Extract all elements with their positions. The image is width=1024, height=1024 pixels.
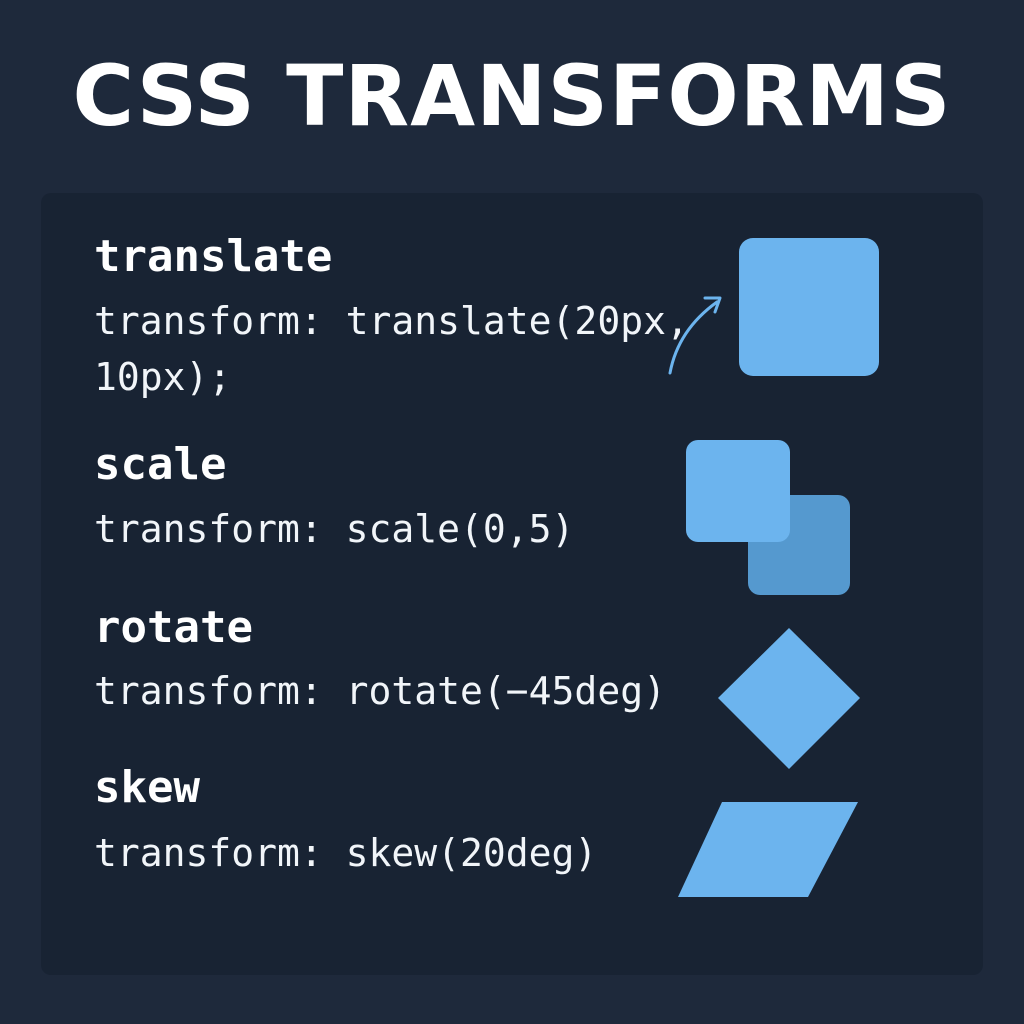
curved-arrow-icon — [668, 300, 719, 375]
rotate-heading: rotate — [94, 602, 253, 653]
scale-heading: scale — [94, 439, 227, 490]
translate-code-line-1: transform: translate(20px, — [94, 299, 689, 343]
translated-square — [739, 238, 879, 376]
skew-code-line-1: transform: skew(20deg) — [94, 831, 598, 875]
translate-code-line-2: 10px); — [94, 355, 232, 399]
skew-heading: skew — [94, 762, 200, 813]
page-title: CSS TRANSFORMS — [72, 47, 952, 145]
scaled-square-front — [686, 440, 790, 542]
scale-code-line-1: transform: scale(0,5) — [94, 507, 575, 551]
skewed-parallelogram — [678, 802, 858, 897]
rotated-diamond — [718, 628, 860, 769]
translate-illustration — [668, 238, 879, 376]
skew-illustration — [678, 802, 858, 897]
translate-heading: translate — [94, 231, 333, 282]
rotate-illustration — [718, 628, 860, 769]
scale-illustration — [686, 440, 850, 595]
rotate-code-line-1: transform: rotate(−45deg) — [94, 669, 666, 713]
